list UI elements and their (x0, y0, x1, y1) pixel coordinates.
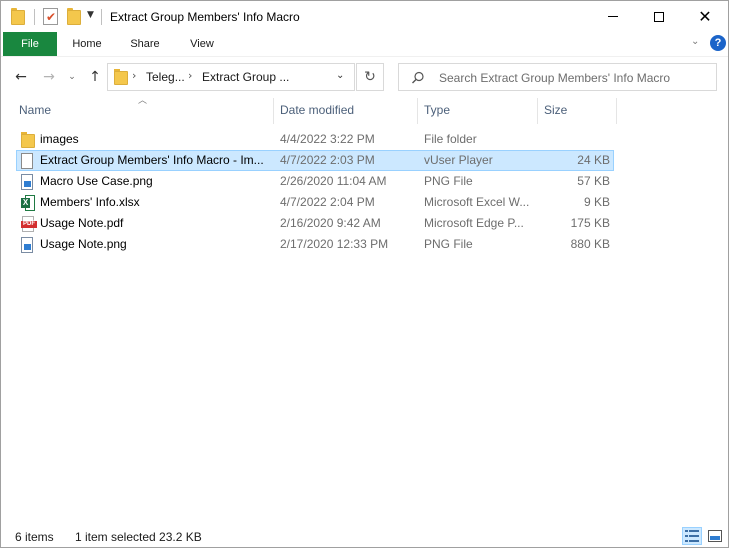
column-header: Name Date modified Type Size (1, 96, 728, 124)
minimize-icon (608, 16, 618, 17)
address-bar[interactable]: › Teleg... › Extract Group ... ⌄ (107, 63, 355, 91)
file-row[interactable]: X Members' Info.xlsx 4/7/2022 2:04 PM Mi… (16, 192, 614, 213)
column-divider[interactable] (537, 98, 538, 124)
document-icon (21, 153, 33, 169)
file-type: vUser Player (424, 153, 493, 167)
back-arrow-icon[interactable]: ← (11, 67, 31, 87)
breadcrumb-separator-icon[interactable]: › (188, 69, 192, 82)
file-size (538, 129, 610, 150)
details-view-button[interactable] (682, 527, 702, 545)
item-count: 6 items (15, 530, 54, 544)
file-size: 175 KB (570, 216, 610, 230)
file-name: images (40, 132, 79, 146)
column-divider[interactable] (273, 98, 274, 124)
file-date: 4/7/2022 2:04 PM (280, 195, 375, 209)
help-icon[interactable]: ? (710, 35, 726, 51)
search-icon (412, 71, 424, 84)
file-size: 24 KB (577, 153, 610, 167)
details-view-icon (685, 530, 699, 542)
tab-file[interactable]: File (3, 32, 57, 56)
title-bar: ✔ ▼ Extract Group Members' Info Macro ✕ (1, 1, 728, 32)
properties-icon[interactable]: ✔ (43, 8, 58, 25)
pdf-icon: PDF (21, 216, 37, 232)
maximize-icon (654, 11, 664, 22)
tab-view[interactable]: View (178, 32, 226, 56)
file-name: Macro Use Case.png (40, 174, 153, 188)
file-date: 4/7/2022 2:03 PM (280, 153, 375, 167)
file-type: PNG File (424, 237, 473, 251)
breadcrumb-item[interactable]: Extract Group ... (202, 70, 289, 84)
file-name: Extract Group Members' Info Macro - Im..… (40, 153, 264, 167)
column-divider[interactable] (616, 98, 617, 124)
recent-locations-chevron-icon[interactable]: ⌄ (65, 67, 79, 87)
file-explorer-window: ✔ ▼ Extract Group Members' Info Macro ✕ … (0, 0, 729, 548)
column-name[interactable]: Name (19, 96, 51, 124)
file-type: PNG File (424, 174, 473, 188)
refresh-icon: ↻ (364, 69, 376, 85)
png-image-icon (21, 237, 33, 253)
column-size[interactable]: Size (544, 96, 567, 124)
folder-icon (21, 132, 35, 148)
minimize-button[interactable] (590, 1, 636, 32)
expand-ribbon-chevron-icon[interactable]: ⌄ (691, 36, 699, 47)
forward-arrow-icon[interactable]: → (39, 67, 59, 87)
file-row[interactable]: Macro Use Case.png 2/26/2020 11:04 AM PN… (16, 171, 614, 192)
column-divider[interactable] (417, 98, 418, 124)
file-size: 880 KB (570, 237, 610, 251)
ribbon-tabs: File Home Share View ⌄ ? (1, 32, 728, 56)
large-icons-view-icon (708, 530, 722, 542)
address-dropdown-icon[interactable]: ⌄ (336, 70, 344, 81)
search-placeholder: Search Extract Group Members' Info Macro (439, 71, 671, 85)
breadcrumb-item[interactable]: Teleg... (146, 70, 185, 84)
file-type: Microsoft Excel W... (424, 195, 530, 209)
file-size: 9 KB (583, 195, 610, 209)
up-arrow-icon[interactable]: ↑ (85, 67, 105, 87)
close-icon: ✕ (698, 6, 712, 26)
folder-icon (11, 8, 25, 25)
close-button[interactable]: ✕ (682, 1, 728, 32)
new-folder-icon[interactable] (67, 8, 81, 25)
separator (101, 9, 102, 25)
tab-share[interactable]: Share (121, 32, 169, 56)
file-type: Microsoft Edge P... (424, 216, 524, 230)
refresh-button[interactable]: ↻ (356, 63, 384, 91)
file-date: 2/26/2020 11:04 AM (280, 174, 387, 188)
excel-icon: X (21, 195, 35, 211)
png-image-icon (21, 174, 33, 190)
file-date: 2/17/2020 12:33 PM (280, 237, 389, 251)
file-size: 57 KB (577, 174, 610, 188)
column-date-modified[interactable]: Date modified (280, 96, 354, 124)
file-name: Usage Note.png (40, 237, 127, 251)
selection-info: 1 item selected 23.2 KB (75, 530, 202, 544)
file-date: 4/4/2022 3:22 PM (280, 132, 375, 146)
folder-icon (114, 69, 128, 85)
status-bar: 6 items 1 item selected 23.2 KB (1, 525, 728, 547)
quick-access-dropdown-icon[interactable]: ▼ (87, 10, 94, 20)
file-type: File folder (424, 132, 477, 146)
file-name: Usage Note.pdf (40, 216, 124, 230)
file-row-selected[interactable]: Extract Group Members' Info Macro - Im..… (16, 150, 614, 171)
search-input[interactable]: Search Extract Group Members' Info Macro (398, 63, 717, 91)
tab-home[interactable]: Home (63, 32, 111, 56)
separator (34, 9, 35, 25)
column-type[interactable]: Type (424, 96, 450, 124)
navigation-bar: ← → ⌄ ↑ › Teleg... › Extract Group ... ⌄… (1, 56, 728, 96)
window-title: Extract Group Members' Info Macro (110, 10, 300, 24)
file-date: 2/16/2020 9:42 AM (280, 216, 381, 230)
large-icons-view-button[interactable] (705, 527, 725, 545)
file-row[interactable]: images 4/4/2022 3:22 PM File folder (16, 129, 614, 150)
file-row[interactable]: PDF Usage Note.pdf 2/16/2020 9:42 AM Mic… (16, 213, 614, 234)
file-name: Members' Info.xlsx (40, 195, 140, 209)
file-list: ︿ Name Date modified Type Size images 4/… (1, 96, 728, 516)
breadcrumb-separator-icon[interactable]: › (132, 69, 136, 82)
file-row[interactable]: Usage Note.png 2/17/2020 12:33 PM PNG Fi… (16, 234, 614, 255)
maximize-button[interactable] (636, 1, 682, 32)
